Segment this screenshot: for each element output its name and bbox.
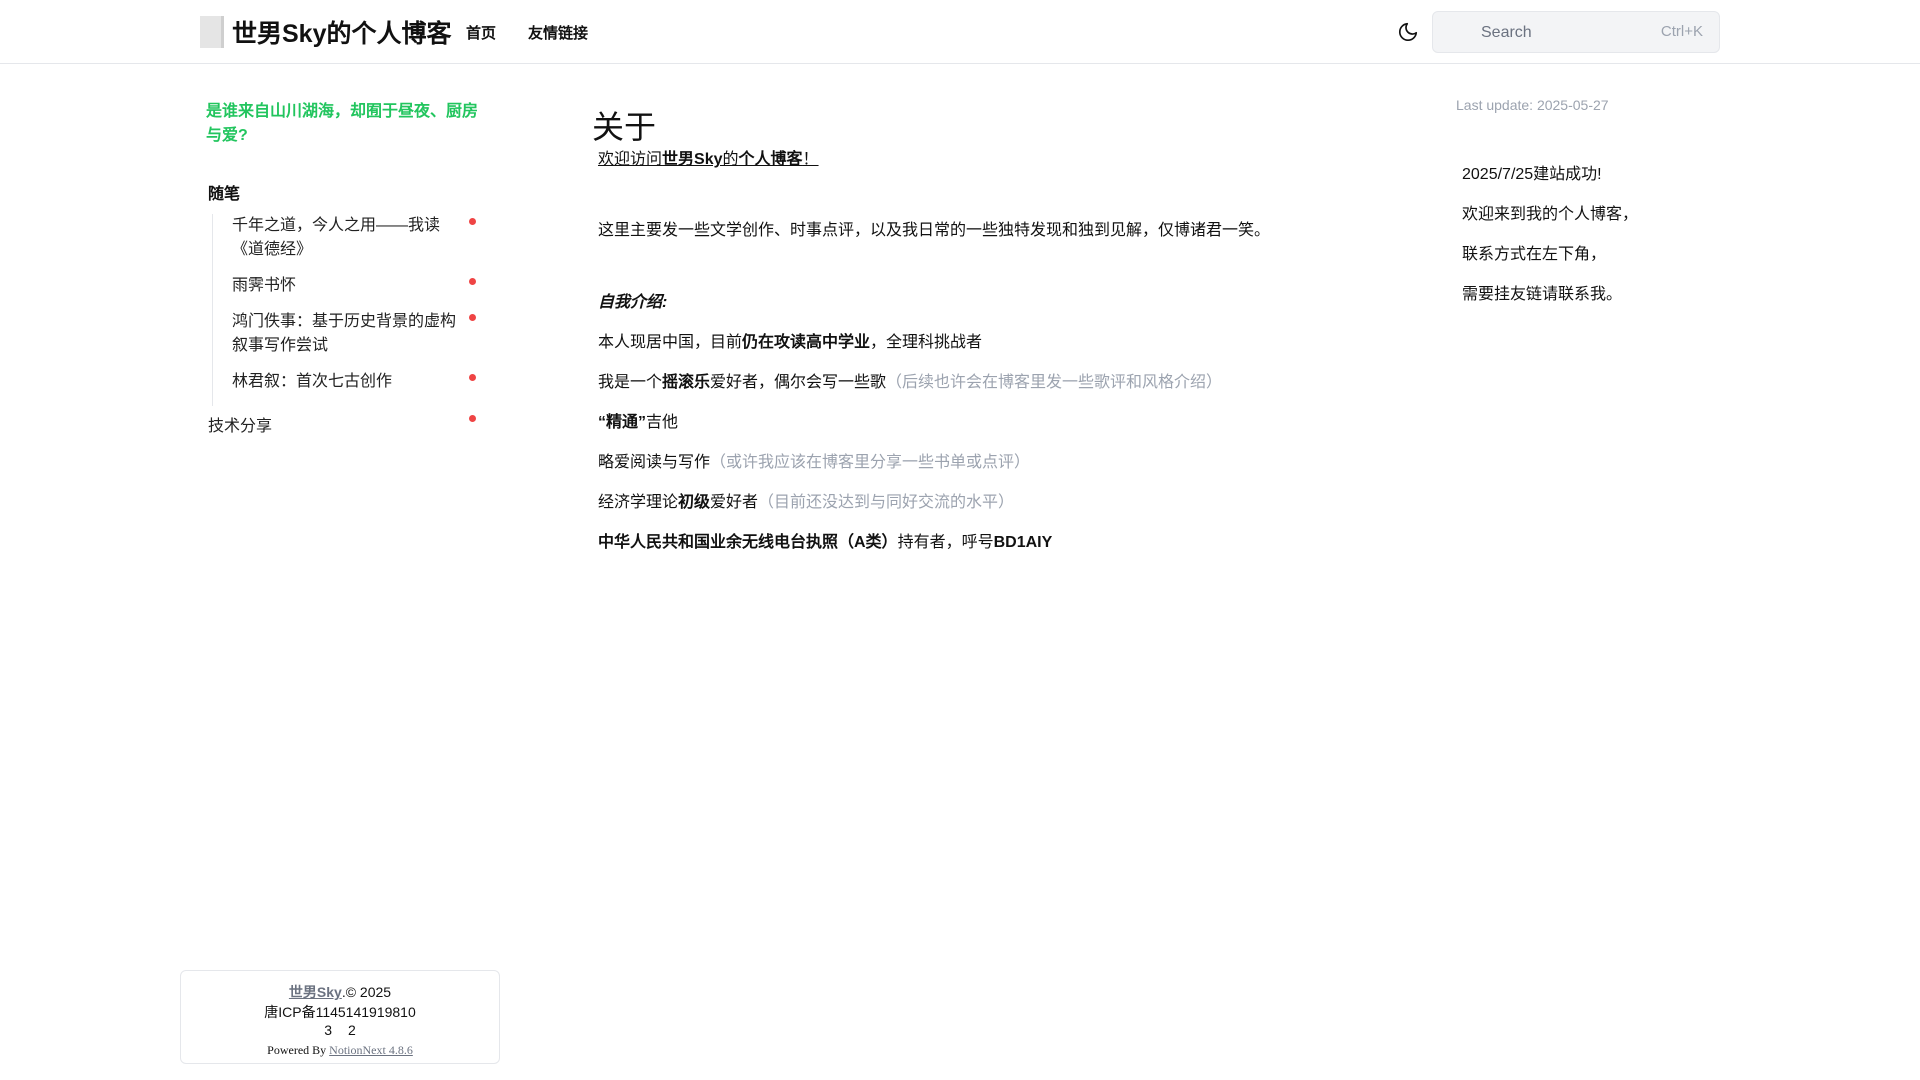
sidebar-post-item[interactable]: 雨霁书怀	[213, 274, 482, 298]
text-segment: 持有者，呼号	[897, 534, 994, 551]
text-segment: 经济学理论	[598, 494, 679, 511]
sidebar-post-label: 雨霁书怀	[232, 277, 297, 294]
top-header: 世男Sky的个人博客 首页 友情链接 Ctrl+K	[0, 0, 1920, 64]
text-segment: 爱好者，偶尔会写一些歌	[710, 374, 887, 391]
footer-powered-prefix: Powered By	[267, 1043, 330, 1057]
sidebar-slogan: 是谁来自山川湖海，却囿于昼夜、厨房与爱?	[206, 103, 479, 144]
notice-line: 需要挂友链请联系我。	[1462, 286, 1623, 303]
text-bold: 初级	[678, 494, 711, 511]
site-footer: 世男Sky.© 2025 唐ICP备1145141919810 32 Power…	[180, 970, 500, 1064]
text-segment: 我是一个	[598, 374, 663, 391]
last-update-text: Last update: 2025-05-27	[1456, 97, 1609, 113]
footer-author-link[interactable]: 世男Sky	[289, 984, 342, 1000]
nav-home-link[interactable]: 首页	[466, 22, 496, 43]
welcome-prefix: 欢迎访问	[598, 151, 663, 168]
notice-line: 联系方式在左下角，	[1462, 246, 1607, 263]
notice-line: 欢迎来到我的个人博客，	[1462, 206, 1639, 223]
unread-dot-icon	[469, 314, 476, 321]
intro-line-economics: 经济学理论初级爱好者（目前还没达到与同好交流的水平）	[598, 492, 1014, 514]
sidebar-post-list: 千年之道，今人之用——我读《道德经》 雨霁书怀 鸿门佚事：基于历史背景的虚构叙事…	[212, 214, 482, 406]
sidebar-category-essays[interactable]: 随笔	[208, 180, 240, 204]
intro-paragraph: 这里主要发一些文学创作、时事点评，以及我日常的一些独特发现和独到见解，仅博诸君一…	[598, 222, 1271, 239]
unread-dot-icon	[469, 218, 476, 225]
sidebar-category-tech[interactable]: 技术分享	[208, 415, 482, 439]
search-box[interactable]: Ctrl+K	[1432, 11, 1720, 53]
intro-line-radio: 中华人民共和国业余无线电台执照（A类）持有者，呼号BD1AIY	[598, 532, 1052, 554]
sidebar-post-label: 鸿门佚事：基于历史背景的虚构叙事写作尝试	[232, 313, 457, 354]
footer-stats: 32	[181, 1022, 499, 1038]
unread-dot-icon	[469, 278, 476, 285]
welcome-blog: 个人博客	[738, 151, 803, 168]
dark-mode-toggle[interactable]	[1394, 18, 1422, 46]
text-segment: 吉他	[646, 414, 679, 431]
search-input[interactable]	[1481, 21, 1641, 45]
footer-notionnext-link[interactable]: NotionNext 4.8.6	[329, 1043, 413, 1057]
callsign: BD1AIY	[993, 534, 1053, 551]
text-bold: “精通”	[598, 414, 647, 431]
page-title: 关于	[592, 109, 657, 145]
text-segment: 爱好者	[710, 494, 759, 511]
self-intro-heading: 自我介绍:	[598, 294, 668, 311]
sidebar-post-label: 千年之道，今人之用——我读《道德经》	[232, 217, 441, 258]
text-segment: 本人现居中国，目前	[598, 334, 743, 351]
sidebar-post-label: 林君叙：首次七古创作	[232, 373, 393, 390]
footer-stat-visitors: 2	[348, 1022, 356, 1038]
moon-icon	[1398, 22, 1418, 42]
intro-line-guitar: “精通”吉他	[598, 412, 678, 434]
footer-icp: 唐ICP备1145141919810	[264, 1004, 416, 1020]
intro-line-reading: 略爱阅读与写作（或许我应该在博客里分享一些书单或点评）	[598, 452, 1030, 474]
sidebar-post-item[interactable]: 千年之道，今人之用——我读《道德经》	[213, 214, 482, 262]
text-bold: 仍在攻读高中学业	[742, 334, 871, 351]
intro-line-rock: 我是一个摇滚乐爱好者，偶尔会写一些歌（后续也许会在博客里发一些歌评和风格介绍）	[598, 372, 1222, 394]
sidebar-post-item[interactable]: 鸿门佚事：基于历史背景的虚构叙事写作尝试	[213, 310, 482, 358]
text-note: （后续也许会在博客里发一些歌评和风格介绍）	[886, 374, 1223, 391]
main-nav: 首页 友情链接	[466, 22, 588, 43]
notice-line: 2025/7/25建站成功!	[1462, 166, 1602, 183]
welcome-suffix: ！	[802, 151, 819, 168]
footer-stat-visits: 3	[324, 1022, 332, 1038]
sidebar-post-item[interactable]: 林君叙：首次七古创作	[213, 370, 482, 394]
sidebar-category-label: 技术分享	[208, 418, 273, 435]
text-bold: 摇滚乐	[662, 374, 711, 391]
search-shortcut-hint: Ctrl+K	[1660, 23, 1703, 40]
unread-dot-icon	[469, 374, 476, 381]
site-title[interactable]: 世男Sky的个人博客	[232, 14, 451, 50]
text-segment: ，全理科挑战者	[870, 334, 983, 351]
welcome-author: 世男Sky	[662, 151, 723, 168]
footer-copyright: 世男Sky.© 2025	[181, 982, 499, 1002]
intro-line-residence: 本人现居中国，目前仍在攻读高中学业，全理科挑战者	[598, 332, 982, 354]
nav-friend-links[interactable]: 友情链接	[528, 22, 588, 43]
footer-powered: Powered By NotionNext 4.8.6	[181, 1043, 499, 1058]
site-logo[interactable]	[200, 16, 224, 48]
footer-year: .© 2025	[341, 984, 392, 1000]
text-segment: 略爱阅读与写作	[598, 454, 711, 471]
unread-dot-icon	[469, 415, 476, 422]
text-bold: 中华人民共和国业余无线电台执照（A类）	[598, 534, 898, 551]
text-note: （目前还没达到与同好交流的水平）	[758, 494, 1015, 511]
welcome-line: 欢迎访问世男Sky的个人博客！	[598, 149, 819, 171]
welcome-mid: 的	[722, 151, 739, 168]
text-note: （或许我应该在博客里分享一些书单或点评）	[710, 454, 1031, 471]
